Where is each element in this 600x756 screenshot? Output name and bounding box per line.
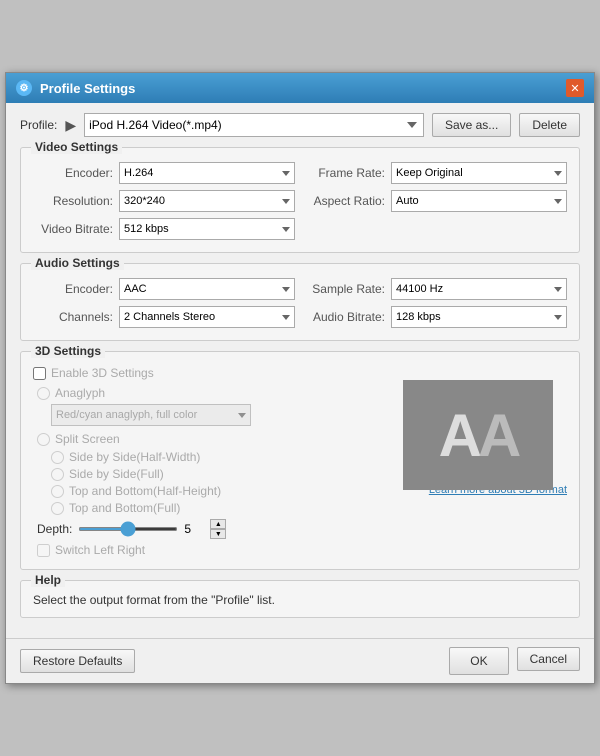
resolution-row: Resolution: 320*240 [33, 190, 295, 212]
audio-bitrate-label: Audio Bitrate: [305, 310, 385, 324]
profile-icon: ▶ [65, 117, 76, 134]
delete-button[interactable]: Delete [519, 113, 580, 137]
preview-left-a: A [439, 401, 478, 470]
top-bottom-half-label: Top and Bottom(Half-Height) [69, 484, 221, 498]
depth-spinner: ▲ ▼ [210, 519, 226, 539]
audio-encoder-label: Encoder: [33, 282, 113, 296]
app-icon: ⚙ [16, 80, 32, 96]
3d-settings-section: 3D Settings Enable 3D Settings Anaglyph … [20, 351, 580, 570]
channels-select[interactable]: 2 Channels Stereo [119, 306, 295, 328]
frame-rate-row: Frame Rate: Keep Original [305, 162, 567, 184]
top-bottom-full-label: Top and Bottom(Full) [69, 501, 180, 515]
video-bitrate-select[interactable]: 512 kbps [119, 218, 295, 240]
cancel-button[interactable]: Cancel [517, 647, 580, 671]
title-bar: ⚙ Profile Settings ✕ [6, 73, 594, 103]
split-screen-radio[interactable] [37, 433, 50, 446]
depth-down-button[interactable]: ▼ [210, 529, 226, 539]
close-button[interactable]: ✕ [566, 79, 584, 97]
sample-rate-select[interactable]: 44100 Hz [391, 278, 567, 300]
side-by-side-full-radio[interactable] [51, 468, 64, 481]
top-bottom-full-radio[interactable] [51, 502, 64, 515]
audio-settings-section: Audio Settings Encoder: AAC Sample Rate:… [20, 263, 580, 341]
side-by-side-full-row: Side by Side(Full) [33, 467, 397, 481]
top-bottom-full-row: Top and Bottom(Full) [33, 501, 397, 515]
app-icon-symbol: ⚙ [20, 83, 29, 94]
depth-label: Depth: [37, 522, 72, 536]
video-bitrate-row: Video Bitrate: 512 kbps [33, 218, 295, 240]
help-title: Help [31, 573, 65, 587]
side-by-side-full-label: Side by Side(Full) [69, 467, 164, 481]
depth-value: 5 [184, 522, 204, 536]
resolution-label: Resolution: [33, 194, 113, 208]
enable-3d-checkbox[interactable] [33, 367, 46, 380]
restore-defaults-button[interactable]: Restore Defaults [20, 649, 135, 673]
frame-rate-label: Frame Rate: [305, 166, 385, 180]
enable-3d-label: Enable 3D Settings [51, 366, 154, 380]
bottom-bar: Restore Defaults OK Cancel [6, 638, 594, 683]
anaglyph-row: Anaglyph [33, 386, 397, 400]
profile-row: Profile: ▶ iPod H.264 Video(*.mp4) Save … [20, 113, 580, 137]
resolution-select[interactable]: 320*240 [119, 190, 295, 212]
depth-row: Depth: 5 ▲ ▼ [33, 519, 397, 539]
preview-aa-letters: A A [439, 401, 518, 470]
video-bitrate-label: Video Bitrate: [33, 222, 113, 236]
side-by-side-half-row: Side by Side(Half-Width) [33, 450, 397, 464]
encoder-select[interactable]: H.264 [119, 162, 295, 184]
audio-settings-grid: Encoder: AAC Sample Rate: 44100 Hz Chann… [33, 278, 567, 328]
profile-select[interactable]: iPod H.264 Video(*.mp4) [84, 113, 424, 137]
audio-bitrate-select[interactable]: 128 kbps [391, 306, 567, 328]
3d-settings-title: 3D Settings [31, 344, 105, 358]
audio-bitrate-row: Audio Bitrate: 128 kbps [305, 306, 567, 328]
dialog: ⚙ Profile Settings ✕ Profile: ▶ iPod H.2… [5, 72, 595, 684]
video-settings-grid: Encoder: H.264 Frame Rate: Keep Original… [33, 162, 567, 240]
dialog-body: Profile: ▶ iPod H.264 Video(*.mp4) Save … [6, 103, 594, 638]
anaglyph-radio[interactable] [37, 387, 50, 400]
split-screen-label: Split Screen [55, 432, 120, 446]
depth-slider[interactable] [78, 527, 178, 531]
video-settings-section: Video Settings Encoder: H.264 Frame Rate… [20, 147, 580, 253]
audio-encoder-select[interactable]: AAC [119, 278, 295, 300]
preview-right-a: A [478, 401, 517, 470]
aspect-ratio-label: Aspect Ratio: [305, 194, 385, 208]
aspect-ratio-select[interactable]: Auto [391, 190, 567, 212]
switch-left-right-label: Switch Left Right [55, 543, 145, 557]
channels-label: Channels: [33, 310, 113, 324]
top-bottom-half-radio[interactable] [51, 485, 64, 498]
dialog-title: Profile Settings [40, 81, 135, 96]
top-bottom-half-row: Top and Bottom(Half-Height) [33, 484, 397, 498]
frame-rate-select[interactable]: Keep Original [391, 162, 567, 184]
sample-rate-row: Sample Rate: 44100 Hz [305, 278, 567, 300]
sample-rate-label: Sample Rate: [305, 282, 385, 296]
anaglyph-label: Anaglyph [55, 386, 105, 400]
3d-settings-left: Enable 3D Settings Anaglyph Red/cyan ana… [33, 366, 397, 557]
channels-row: Channels: 2 Channels Stereo [33, 306, 295, 328]
bottom-right-buttons: OK Cancel [449, 647, 580, 675]
encoder-label: Encoder: [33, 166, 113, 180]
aspect-ratio-row: Aspect Ratio: Auto [305, 190, 567, 212]
3d-preview-box: A A [403, 380, 553, 490]
help-text: Select the output format from the "Profi… [33, 593, 567, 607]
audio-encoder-row: Encoder: AAC [33, 278, 295, 300]
title-bar-left: ⚙ Profile Settings [16, 80, 135, 96]
encoder-row: Encoder: H.264 [33, 162, 295, 184]
side-by-side-half-label: Side by Side(Half-Width) [69, 450, 200, 464]
3d-settings-inner: Enable 3D Settings Anaglyph Red/cyan ana… [33, 366, 567, 557]
profile-label: Profile: [20, 118, 57, 132]
audio-settings-title: Audio Settings [31, 256, 124, 270]
switch-left-right-row: Switch Left Right [33, 543, 397, 557]
enable-3d-row: Enable 3D Settings [33, 366, 397, 380]
depth-up-button[interactable]: ▲ [210, 519, 226, 529]
help-section: Help Select the output format from the "… [20, 580, 580, 618]
split-screen-row: Split Screen [33, 432, 397, 446]
anaglyph-type-select[interactable]: Red/cyan anaglyph, full color [51, 404, 251, 426]
switch-left-right-checkbox[interactable] [37, 544, 50, 557]
save-as-button[interactable]: Save as... [432, 113, 511, 137]
video-settings-title: Video Settings [31, 140, 122, 154]
side-by-side-half-radio[interactable] [51, 451, 64, 464]
ok-button[interactable]: OK [449, 647, 508, 675]
